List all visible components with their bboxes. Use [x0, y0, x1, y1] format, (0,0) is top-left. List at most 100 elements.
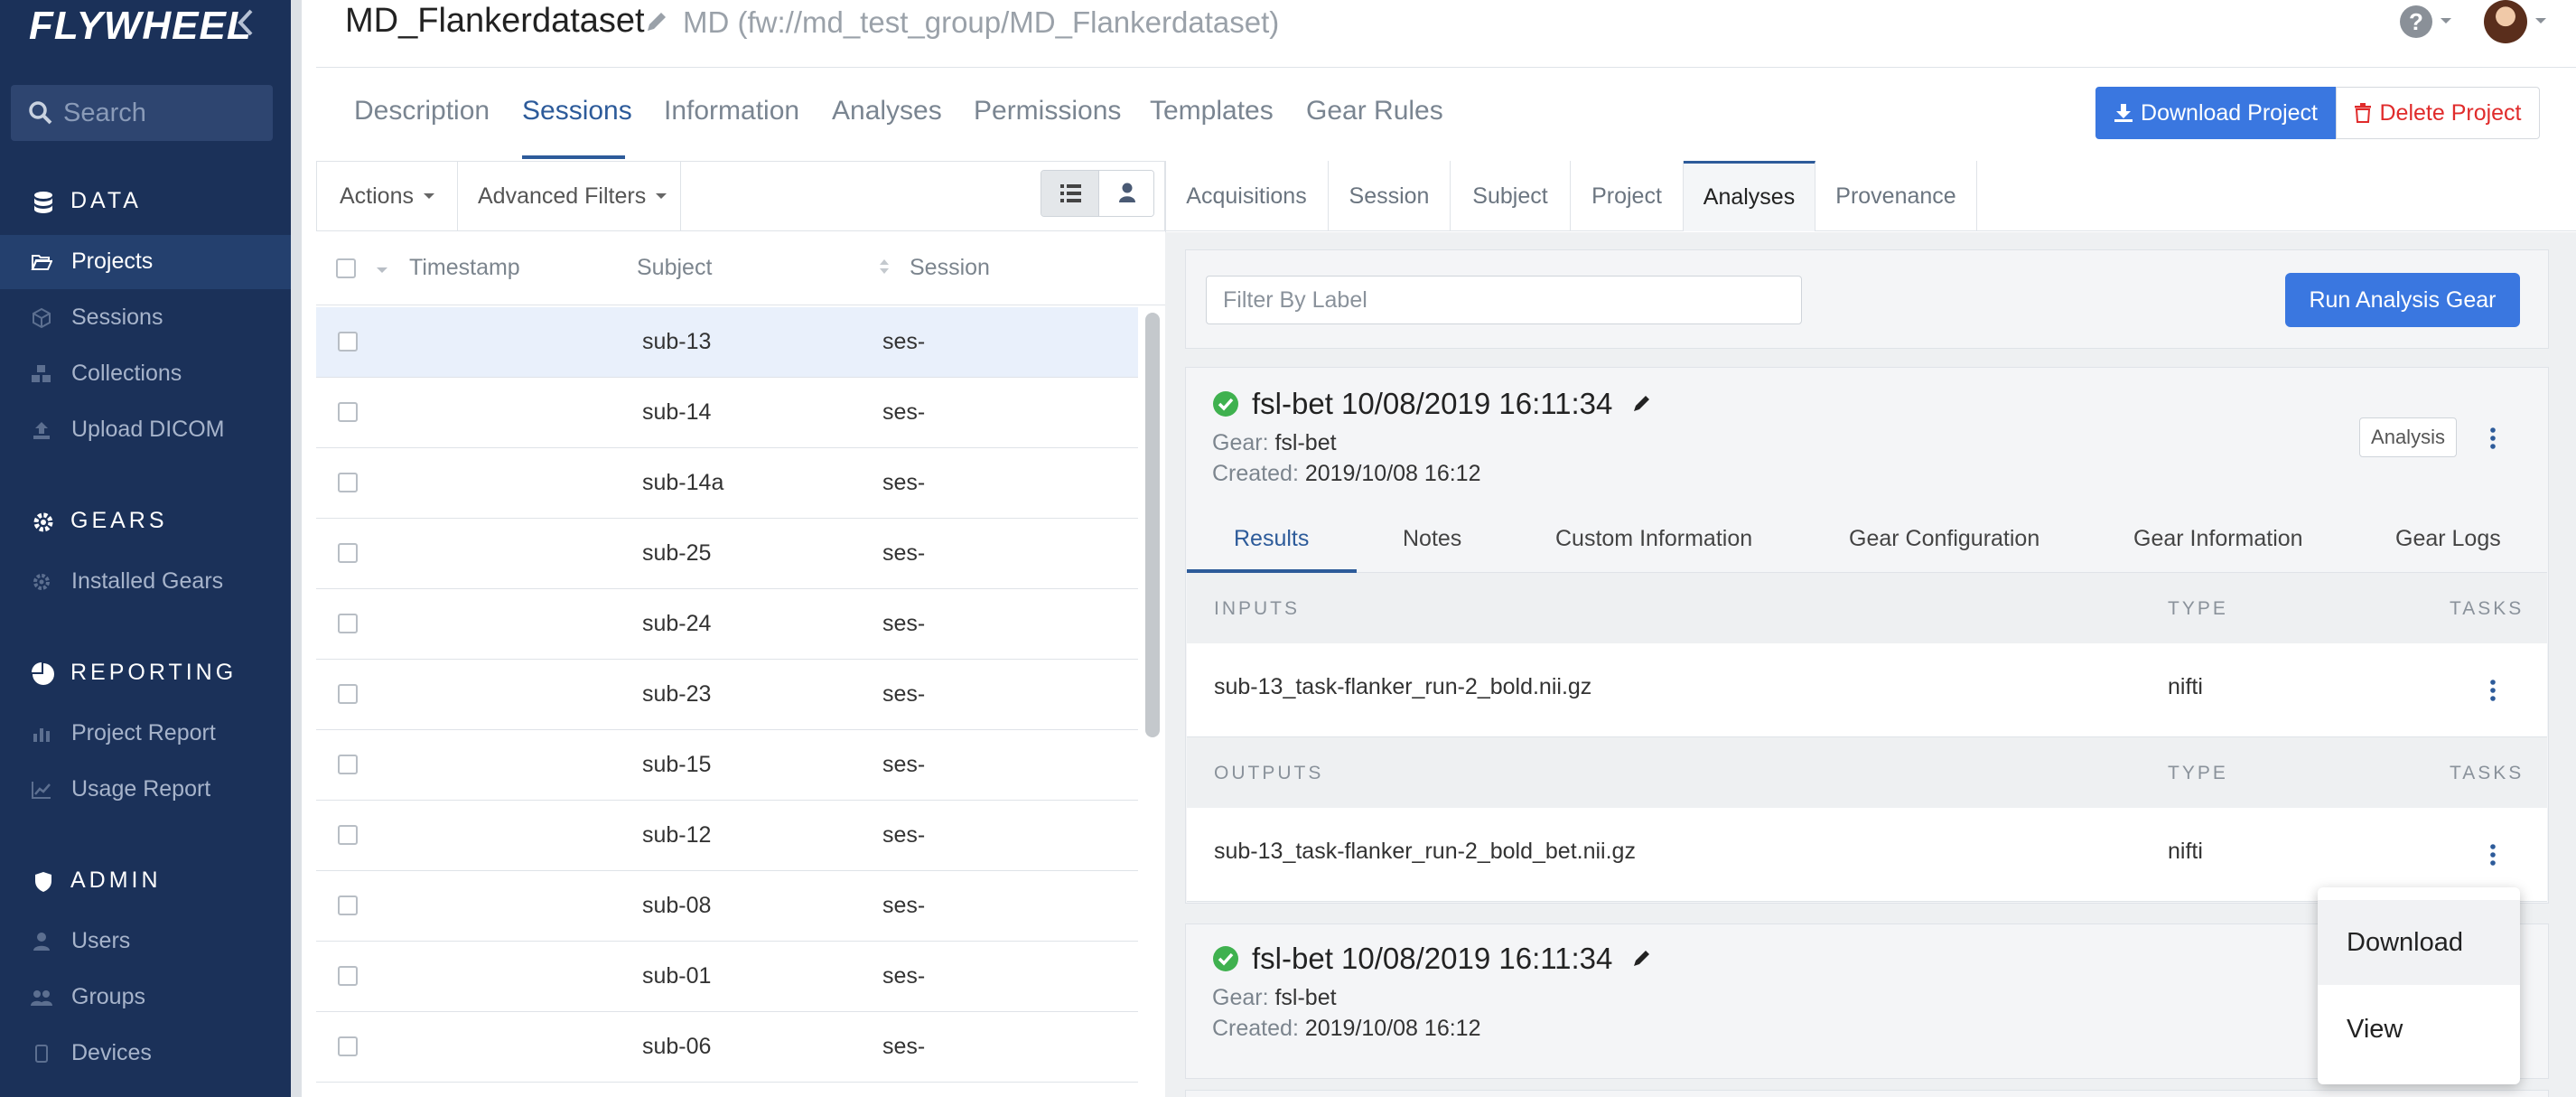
more-vertical-icon[interactable]	[2488, 679, 2497, 702]
column-header-timestamp[interactable]: Timestamp	[409, 255, 520, 281]
analysis-created: Created: 2019/10/08 16:12	[1212, 1016, 1480, 1042]
table-row[interactable]: sub-25 ses-	[316, 519, 1138, 589]
run-analysis-gear-button[interactable]: Run Analysis Gear	[2285, 273, 2520, 327]
table-row[interactable]: sub-23 ses-	[316, 660, 1138, 730]
row-checkbox[interactable]	[338, 684, 358, 704]
row-checkbox[interactable]	[338, 966, 358, 986]
tab-project[interactable]: Project	[1571, 161, 1684, 231]
row-checkbox[interactable]	[338, 614, 358, 633]
download-project-button[interactable]: Download Project	[2095, 87, 2336, 139]
sidebar-item-label: Usage Report	[71, 776, 211, 802]
sidebar-item-projects[interactable]: Projects	[0, 235, 291, 289]
sidebar-item-label: Devices	[71, 1040, 152, 1065]
tab-description[interactable]: Description	[354, 96, 490, 127]
row-checkbox[interactable]	[338, 755, 358, 774]
pencil-icon[interactable]	[1631, 947, 1653, 969]
table-row[interactable]: sub-01 ses-	[316, 942, 1138, 1012]
subtab-gear-configuration[interactable]: Gear Configuration	[1849, 526, 2039, 552]
sort-icon[interactable]	[878, 255, 891, 278]
table-row[interactable]: sub-12 ses-	[316, 801, 1138, 871]
select-all-checkbox[interactable]	[336, 258, 356, 278]
user-icon	[1119, 183, 1135, 202]
pencil-icon[interactable]	[1631, 392, 1653, 414]
table-row[interactable]: sub-15 ses-	[316, 730, 1138, 801]
tab-sessions[interactable]: Sessions	[522, 96, 632, 127]
subtab-gear-information[interactable]: Gear Information	[2133, 526, 2303, 552]
table-row[interactable]: sub-14a ses-	[316, 448, 1138, 519]
sidebar-item-sessions[interactable]: Sessions	[0, 291, 291, 345]
tab-provenance[interactable]: Provenance	[1815, 161, 1977, 231]
subtab-results[interactable]: Results	[1234, 526, 1309, 552]
sidebar-item-project-report[interactable]: Project Report	[0, 707, 291, 761]
subtab-gear-logs[interactable]: Gear Logs	[2395, 526, 2501, 552]
row-checkbox[interactable]	[338, 332, 358, 352]
pencil-icon[interactable]	[644, 9, 669, 34]
row-checkbox[interactable]	[338, 543, 358, 563]
detail-tabs: Acquisitions Session Subject Project Ana…	[1165, 161, 2576, 231]
shield-icon	[35, 872, 51, 892]
advanced-filters-dropdown[interactable]: Advanced Filters	[478, 162, 667, 230]
flywheel-logo[interactable]: FLYWHEEL	[29, 4, 252, 49]
advanced-filters-label: Advanced Filters	[478, 183, 647, 209]
menu-item-view[interactable]: View	[2318, 987, 2520, 1072]
tab-analyses[interactable]: Analyses	[832, 96, 942, 127]
actions-dropdown[interactable]: Actions	[340, 162, 435, 230]
row-checkbox[interactable]	[338, 473, 358, 492]
delete-project-label: Delete Project	[2379, 99, 2522, 126]
column-header-subject[interactable]: Subject	[637, 255, 712, 281]
analysis-created: Created: 2019/10/08 16:12	[1212, 461, 1480, 487]
user-avatar[interactable]	[2484, 0, 2527, 43]
subject-view-button[interactable]	[1099, 171, 1153, 216]
table-row[interactable]: sub-24 ses-	[316, 589, 1138, 660]
tab-analyses-detail[interactable]: Analyses	[1684, 161, 1815, 231]
tab-acquisitions[interactable]: Acquisitions	[1165, 161, 1329, 231]
subtab-custom-information[interactable]: Custom Information	[1555, 526, 1752, 552]
tab-session[interactable]: Session	[1329, 161, 1451, 231]
sidebar-item-installed-gears[interactable]: Installed Gears	[0, 555, 291, 609]
sidebar-item-users[interactable]: Users	[0, 914, 291, 969]
input-file-row[interactable]: sub-13_task-flanker_run-2_bold.nii.gz ni…	[1187, 643, 2547, 737]
row-checkbox[interactable]	[338, 402, 358, 422]
table-row[interactable]: sub-14 ses-	[316, 378, 1138, 448]
sidebar-item-groups[interactable]: Groups	[0, 970, 291, 1025]
row-checkbox[interactable]	[338, 825, 358, 845]
filter-by-label-input[interactable]	[1206, 276, 1802, 324]
table-row[interactable]: sub-13 ses-	[316, 307, 1138, 378]
subject-cell: sub-15	[642, 752, 712, 777]
page-title: MD_Flankerdataset	[345, 2, 645, 40]
row-checkbox[interactable]	[338, 895, 358, 915]
session-cell: ses-	[882, 470, 926, 495]
sidebar-item-upload-dicom[interactable]: Upload DICOM	[0, 403, 291, 457]
row-checkbox[interactable]	[338, 1036, 358, 1056]
help-icon[interactable]: ?	[2398, 4, 2434, 40]
table-row[interactable]: sub-06 ses-	[316, 1012, 1138, 1083]
list-view-button[interactable]	[1041, 171, 1099, 216]
tab-permissions[interactable]: Permissions	[974, 96, 1121, 127]
chevron-down-icon[interactable]	[2440, 16, 2452, 25]
caret-down-icon	[423, 193, 434, 199]
column-header-session[interactable]: Session	[910, 255, 990, 281]
sidebar-search[interactable]	[11, 85, 273, 141]
caret-down-icon[interactable]	[376, 266, 388, 275]
tab-subject[interactable]: Subject	[1451, 161, 1571, 231]
file-name: sub-13_task-flanker_run-2_bold.nii.gz	[1214, 674, 1592, 699]
subtab-notes[interactable]: Notes	[1403, 526, 1461, 552]
list-scrollbar[interactable]	[1145, 313, 1160, 737]
sidebar-item-usage-report[interactable]: Usage Report	[0, 763, 291, 817]
caret-down-icon	[656, 193, 667, 199]
search-input[interactable]	[63, 85, 262, 141]
sidebar-item-label: Project Report	[71, 720, 216, 745]
sidebar-item-collections[interactable]: Collections	[0, 347, 291, 401]
tab-information[interactable]: Information	[664, 96, 799, 127]
menu-item-download[interactable]: Download	[2318, 900, 2520, 985]
table-row[interactable]: sub-08 ses-	[316, 871, 1138, 942]
delete-project-button[interactable]: Delete Project	[2336, 87, 2540, 139]
subject-cell: sub-25	[642, 540, 712, 566]
chevron-down-icon[interactable]	[2534, 16, 2547, 25]
tab-templates[interactable]: Templates	[1150, 96, 1274, 127]
tab-gear-rules[interactable]: Gear Rules	[1306, 96, 1443, 127]
more-vertical-icon[interactable]	[2488, 843, 2497, 867]
collapse-sidebar-icon[interactable]	[233, 4, 260, 42]
sidebar-item-devices[interactable]: Devices	[0, 1027, 291, 1081]
more-vertical-icon[interactable]	[2488, 427, 2497, 450]
